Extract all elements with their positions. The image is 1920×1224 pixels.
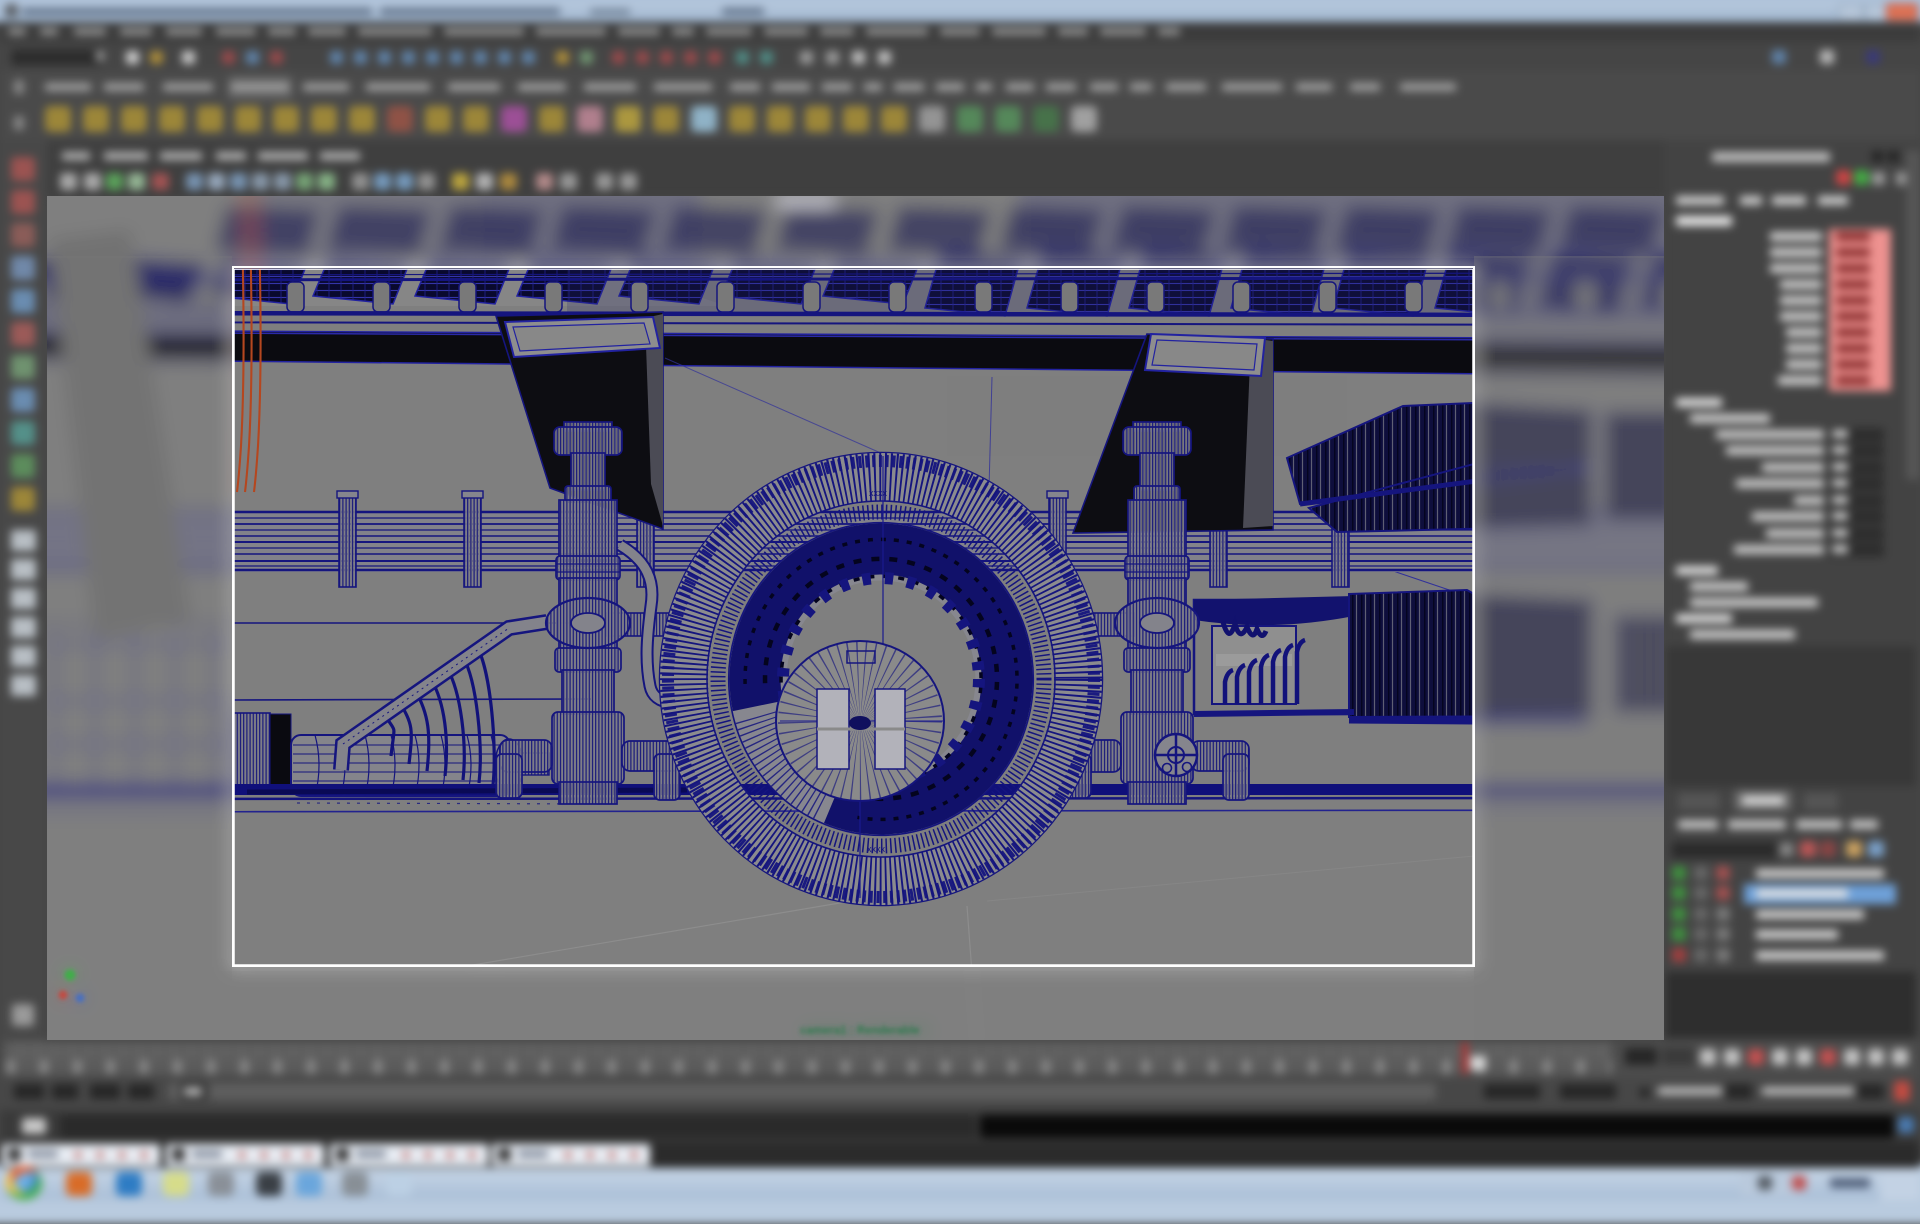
- svg-text:camera1 : Renderable: camera1 : Renderable: [800, 1025, 920, 1037]
